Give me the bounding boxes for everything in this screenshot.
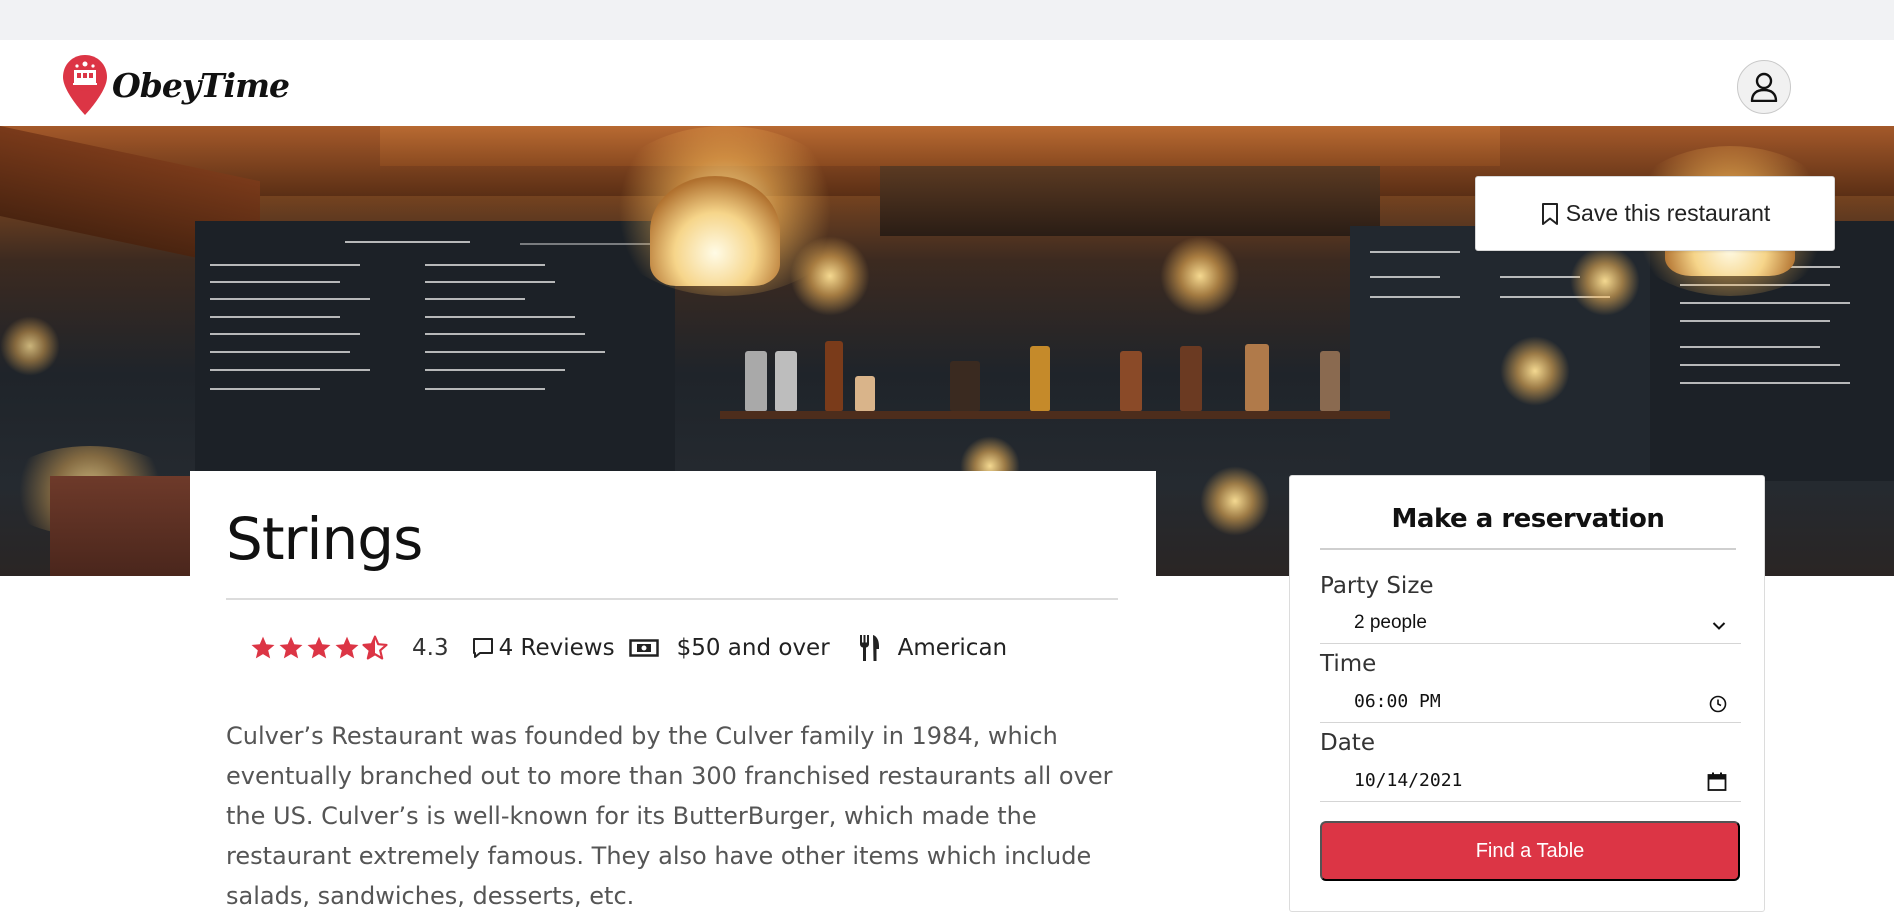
save-restaurant-label: Save this restaurant xyxy=(1565,200,1771,226)
clock-icon xyxy=(1709,695,1727,713)
find-table-button[interactable]: Find a Table xyxy=(1320,821,1740,881)
time-value: 06:00 PM xyxy=(1354,691,1441,712)
date-value: 10/14/2021 xyxy=(1354,770,1463,791)
browser-top-strip xyxy=(0,0,1894,40)
navbar: ObeyTime xyxy=(0,40,1894,126)
restaurant-name: Strings xyxy=(226,505,423,573)
rating-value: 4.3 xyxy=(412,635,449,661)
chalkboard-beer xyxy=(195,221,675,471)
time-input[interactable]: 06:00 PM xyxy=(1320,685,1741,723)
restaurant-info-card: Strings 4.3 4 Reviews $50 and over Ameri… xyxy=(190,471,1156,922)
star-full-icon xyxy=(251,636,275,659)
pendant-lamp xyxy=(650,176,780,286)
save-restaurant-button[interactable]: Save this restaurant xyxy=(1475,176,1835,251)
ceiling-beam xyxy=(880,166,1380,236)
restaurant-meta: 4.3 4 Reviews $50 and over American xyxy=(250,628,1007,668)
reservation-title: Make a reservation xyxy=(1391,504,1665,534)
date-label: Date xyxy=(1320,730,1375,756)
bookmark-icon xyxy=(1541,202,1558,225)
brand-name: ObeyTime xyxy=(112,65,290,105)
cuisine-label: American xyxy=(897,635,1008,661)
calendar-icon xyxy=(1707,772,1727,791)
bar-shelf xyxy=(720,411,1390,419)
time-label: Time xyxy=(1320,651,1377,677)
star-full-icon xyxy=(279,636,303,659)
fork-knife-icon xyxy=(859,635,879,661)
reviews-count[interactable]: 4 Reviews xyxy=(471,635,615,661)
title-divider xyxy=(226,598,1118,600)
star-full-icon xyxy=(307,636,331,659)
price-range: $50 and over xyxy=(628,635,830,661)
reservation-divider xyxy=(1320,548,1736,550)
chevron-down-icon xyxy=(1712,622,1726,630)
star-full-icon xyxy=(335,636,359,659)
person-icon xyxy=(1750,72,1778,102)
party-size-select[interactable]: 2 people xyxy=(1320,606,1741,644)
party-size-label: Party Size xyxy=(1320,573,1434,599)
reviews-label: 4 Reviews xyxy=(498,635,615,661)
ceiling-planks xyxy=(380,126,1500,166)
party-size-value: 2 people xyxy=(1354,612,1427,633)
cash-icon xyxy=(628,639,659,657)
brand-logo[interactable]: ObeyTime xyxy=(62,54,290,116)
comment-icon xyxy=(472,638,493,658)
cuisine: American xyxy=(858,634,1007,662)
date-input[interactable]: 10/14/2021 xyxy=(1320,764,1741,802)
star-rating xyxy=(250,635,388,661)
map-pin-logo-icon xyxy=(63,55,107,115)
restaurant-description: Culver’s Restaurant was founded by the C… xyxy=(226,722,1113,910)
price-label: $50 and over xyxy=(676,635,830,661)
user-account-button[interactable] xyxy=(1737,60,1791,114)
star-half-icon xyxy=(362,635,388,660)
reservation-card: Make a reservation Party Size 2 people T… xyxy=(1289,475,1765,912)
